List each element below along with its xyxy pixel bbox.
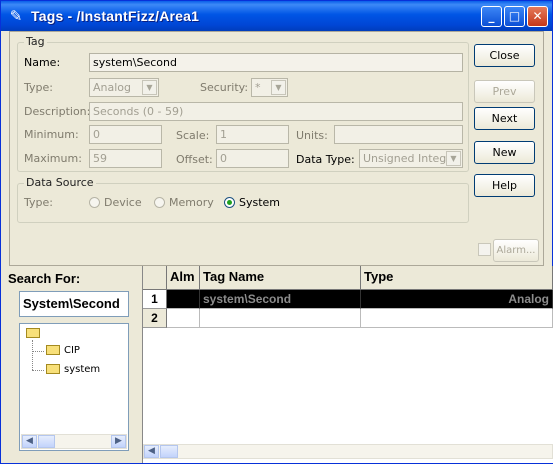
scroll-thumb[interactable]: [160, 445, 178, 458]
root-folder[interactable]: [26, 328, 44, 339]
scroll-right-icon[interactable]: ▶: [111, 435, 126, 448]
alarm-checkbox[interactable]: [478, 243, 491, 256]
search-label: Search For:: [8, 271, 81, 286]
tree-item-cip[interactable]: CIP: [46, 345, 80, 356]
row-number[interactable]: 2: [143, 309, 167, 328]
close-window-button[interactable]: ✕: [527, 6, 548, 27]
type-value: Analog: [93, 81, 132, 94]
tag-name-cell[interactable]: system\Second: [200, 290, 361, 309]
type-cell[interactable]: [361, 309, 553, 328]
units-label: Units:: [296, 129, 328, 142]
scroll-left-icon[interactable]: ◀: [22, 435, 37, 448]
folder-icon: [46, 364, 60, 374]
offset-label: Offset:: [176, 153, 213, 166]
next-button[interactable]: Next: [474, 107, 535, 130]
device-radio[interactable]: [89, 197, 100, 208]
tree-item-label: system: [64, 364, 101, 375]
close-button[interactable]: Close: [474, 44, 535, 67]
security-dropdown[interactable]: * ▼: [251, 78, 288, 97]
data-type-value: Unsigned Integer: [363, 152, 458, 165]
scroll-left-icon[interactable]: ◀: [144, 445, 159, 458]
device-radio-label: Device: [104, 196, 142, 209]
open-folder-icon: [26, 328, 40, 338]
title-bar[interactable]: ✎ Tags - /InstantFizz/Area1 _ □ ✕: [1, 1, 552, 31]
type-label: Type:: [24, 81, 53, 94]
tree-connector: [32, 340, 34, 370]
maximize-button[interactable]: □: [504, 6, 525, 27]
source-type-label: Type:: [24, 196, 53, 209]
column-header-type[interactable]: Type: [361, 266, 553, 290]
data-type-label: Data Type:: [296, 153, 355, 166]
minimize-button[interactable]: _: [481, 6, 502, 27]
grid-horizontal-scrollbar[interactable]: ◀: [143, 444, 553, 459]
grid-corner: [143, 266, 167, 290]
maximum-label: Maximum:: [24, 152, 82, 165]
tree-item-label: CIP: [64, 345, 80, 356]
tree-connector: [32, 370, 44, 372]
tags-window: ✎ Tags - /InstantFizz/Area1 _ □ ✕ Tag Na…: [0, 0, 553, 464]
tree-item-system[interactable]: system: [46, 364, 100, 375]
column-header-tag-name[interactable]: Tag Name: [200, 266, 361, 290]
new-button[interactable]: New: [474, 141, 535, 164]
scroll-thumb[interactable]: [38, 435, 55, 448]
scale-field[interactable]: 1: [216, 125, 289, 144]
prev-button[interactable]: Prev: [474, 80, 535, 103]
alm-cell[interactable]: [167, 309, 200, 328]
chevron-down-icon: ▼: [446, 151, 461, 166]
type-dropdown[interactable]: Analog ▼: [89, 78, 159, 97]
maximum-field[interactable]: 59: [89, 149, 162, 168]
tag-editor-panel: Tag Name: system\Second Type: Analog ▼ S…: [9, 31, 544, 266]
row-number[interactable]: 1: [143, 290, 167, 309]
folder-icon: [46, 345, 60, 355]
search-input[interactable]: System\Second: [19, 291, 129, 317]
data-source-title: Data Source: [24, 176, 96, 189]
security-label: Security:: [200, 81, 249, 94]
scale-label: Scale:: [176, 129, 210, 142]
column-header-alm[interactable]: Alm: [167, 266, 200, 290]
chevron-down-icon: ▼: [271, 80, 286, 95]
folder-tree[interactable]: CIP system ◀ ▶: [19, 323, 129, 451]
tag-group-title: Tag: [24, 35, 47, 48]
units-field[interactable]: [334, 125, 463, 144]
data-source-group: Data Source Type: Device Memory System: [17, 176, 469, 223]
memory-radio-label: Memory: [169, 196, 214, 209]
offset-field[interactable]: 0: [216, 149, 289, 168]
system-radio-label: System: [239, 196, 281, 209]
description-label: Description:: [24, 105, 91, 118]
tree-connector: [32, 351, 44, 353]
name-label: Name:: [24, 56, 61, 69]
system-radio[interactable]: [224, 197, 235, 208]
tag-grid: Alm Tag Name Type 1 system\Second Analog…: [142, 266, 553, 463]
help-button[interactable]: Help: [474, 174, 535, 197]
memory-radio[interactable]: [154, 197, 165, 208]
tree-horizontal-scrollbar[interactable]: ◀ ▶: [21, 434, 127, 449]
description-field[interactable]: Seconds (0 - 59): [89, 102, 463, 121]
alarm-button[interactable]: Alarm...: [493, 239, 539, 262]
minimum-label: Minimum:: [24, 128, 79, 141]
type-cell[interactable]: Analog: [361, 290, 553, 309]
tag-name-cell[interactable]: [200, 309, 361, 328]
alm-cell[interactable]: [167, 290, 200, 309]
security-value: *: [255, 81, 261, 94]
data-type-dropdown[interactable]: Unsigned Integer ▼: [359, 149, 463, 168]
tag-group: Tag Name: system\Second Type: Analog ▼ S…: [17, 35, 469, 172]
name-field[interactable]: system\Second: [89, 53, 463, 72]
minimum-field[interactable]: 0: [89, 125, 162, 144]
chevron-down-icon: ▼: [142, 80, 157, 95]
pencil-icon: ✎: [9, 7, 23, 25]
window-title: Tags - /InstantFizz/Area1: [31, 8, 200, 24]
